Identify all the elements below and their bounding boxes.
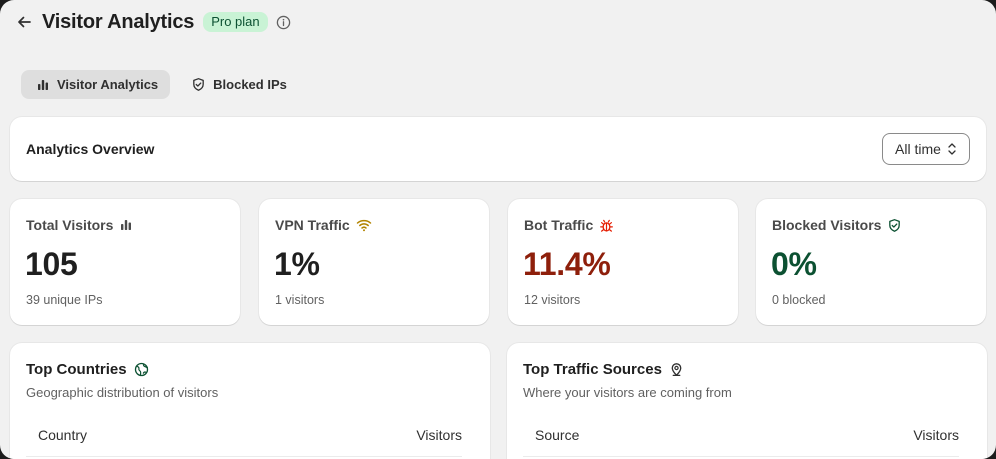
globe-icon bbox=[134, 362, 148, 377]
column-header-source[interactable]: Source bbox=[535, 427, 579, 443]
panel-subtitle: Where your visitors are coming from bbox=[523, 385, 732, 400]
stat-value: 0% bbox=[771, 246, 817, 282]
tab-visitor-analytics[interactable]: Visitor Analytics bbox=[21, 70, 171, 99]
header-divider bbox=[523, 456, 959, 457]
stat-label: VPN Traffic bbox=[275, 217, 372, 233]
stat-label-text: Bot Traffic bbox=[524, 217, 594, 233]
plan-badge: Pro plan bbox=[203, 12, 268, 32]
panel-title-text: Top Traffic Sources bbox=[523, 361, 662, 378]
stat-label: Bot Traffic bbox=[524, 217, 614, 233]
tab-label: Visitor Analytics bbox=[57, 77, 159, 92]
panel-title-text: Top Countries bbox=[26, 361, 127, 378]
stat-subtext: 39 unique IPs bbox=[26, 293, 103, 307]
panel-subtitle: Geographic distribution of visitors bbox=[26, 385, 219, 400]
panel-title: Top Traffic Sources bbox=[523, 361, 684, 378]
stat-label-text: VPN Traffic bbox=[275, 217, 350, 233]
stat-label-text: Total Visitors bbox=[26, 217, 114, 233]
stat-card-total-visitors: Total Visitors 105 39 unique IPs bbox=[10, 199, 240, 325]
location-pin-icon bbox=[671, 363, 682, 377]
time-range-select[interactable]: All time bbox=[882, 133, 970, 165]
shield-icon bbox=[193, 78, 204, 91]
column-header-country[interactable]: Country bbox=[38, 427, 87, 443]
bar-chart-icon bbox=[38, 79, 48, 90]
chevron-up-down-icon bbox=[948, 143, 956, 155]
page-title: Visitor Analytics bbox=[42, 10, 195, 33]
stat-card-vpn-traffic: VPN Traffic 1% 1 visitors bbox=[259, 199, 489, 325]
stat-label: Blocked Visitors bbox=[772, 217, 902, 233]
bug-icon bbox=[600, 219, 614, 232]
back-button[interactable] bbox=[14, 12, 34, 32]
stat-subtext: 1 visitors bbox=[275, 293, 325, 307]
time-range-value: All time bbox=[895, 141, 941, 157]
top-countries-card: Top Countries Geographic distribution of… bbox=[10, 343, 490, 459]
info-icon[interactable] bbox=[276, 14, 292, 30]
wifi-icon bbox=[356, 219, 371, 232]
stat-value: 11.4% bbox=[523, 246, 611, 282]
stat-value: 1% bbox=[274, 246, 320, 282]
header-divider bbox=[26, 456, 462, 457]
stat-subtext: 0 blocked bbox=[772, 293, 826, 307]
stat-subtext: 12 visitors bbox=[524, 293, 581, 307]
stat-card-blocked-visitors: Blocked Visitors 0% 0 blocked bbox=[756, 199, 986, 325]
tab-bar: Visitor Analytics Blocked IPs bbox=[21, 70, 299, 99]
page-header: Visitor Analytics Pro plan bbox=[14, 8, 292, 36]
stat-label-text: Blocked Visitors bbox=[772, 217, 882, 233]
stat-card-bot-traffic: Bot Traffic 11.4% 12 visitors bbox=[508, 199, 738, 325]
panel-title: Top Countries bbox=[26, 361, 149, 378]
stat-label: Total Visitors bbox=[26, 217, 133, 233]
column-header-visitors[interactable]: Visitors bbox=[913, 427, 959, 443]
column-header-visitors[interactable]: Visitors bbox=[416, 427, 462, 443]
shield-check-icon bbox=[889, 218, 901, 232]
tab-blocked-ips[interactable]: Blocked IPs bbox=[176, 70, 299, 99]
bar-chart-icon bbox=[121, 220, 132, 230]
arrow-left-icon bbox=[18, 16, 31, 28]
stat-value: 105 bbox=[25, 246, 78, 282]
app-frame: Visitor Analytics Pro plan Visitor Analy… bbox=[0, 0, 996, 459]
analytics-overview-card: Analytics Overview All time bbox=[10, 117, 986, 181]
overview-title: Analytics Overview bbox=[26, 141, 155, 157]
top-traffic-sources-card: Top Traffic Sources Where your visitors … bbox=[507, 343, 987, 459]
tab-label: Blocked IPs bbox=[213, 77, 287, 92]
